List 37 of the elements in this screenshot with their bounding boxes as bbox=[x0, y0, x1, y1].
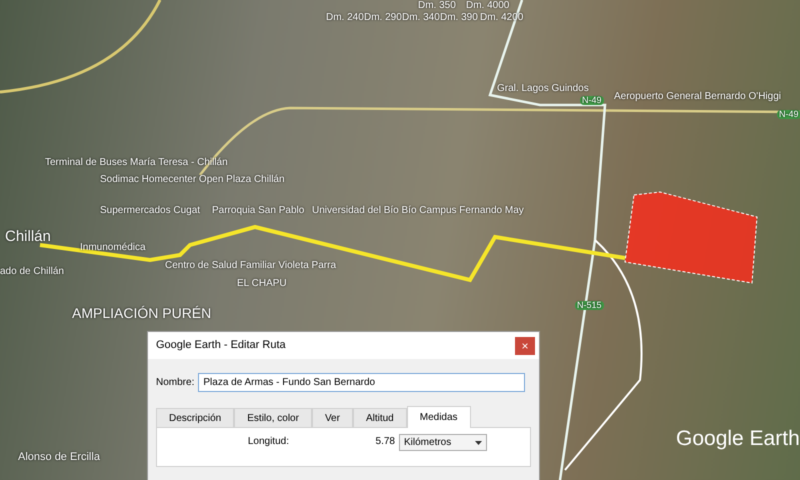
district-label: AMPLIACIÓN PURÉN bbox=[72, 306, 212, 320]
caret-icon bbox=[475, 440, 482, 444]
place-label: EL CHAPU bbox=[237, 279, 287, 289]
tab[interactable]: Estilo, color bbox=[234, 408, 312, 427]
close-button[interactable]: × bbox=[515, 336, 535, 354]
road-shield: N-515 bbox=[575, 301, 604, 310]
distance-label: Dm. 4000 bbox=[466, 1, 510, 11]
place-label: Aeropuerto General Bernardo O'Higgi bbox=[614, 92, 782, 102]
distance-label: Dm. 290 bbox=[364, 13, 402, 23]
distance-label: Dm. 340 bbox=[402, 13, 440, 23]
place-label: Sodimac Homecenter Open Plaza Chillán bbox=[100, 175, 285, 185]
window-title: Google Earth - Editar Ruta bbox=[156, 338, 286, 354]
field-label: Longitud: bbox=[246, 435, 289, 449]
place-label: Universidad del Bío Bío Campus Fernando May bbox=[312, 206, 524, 216]
distance-label: Dm. 240 bbox=[326, 13, 364, 23]
tab[interactable]: Medidas bbox=[406, 406, 471, 428]
place-label: ado de Chillán bbox=[0, 267, 64, 277]
satellite-map[interactable] bbox=[0, 0, 800, 480]
place-label: Inmunomédica bbox=[80, 243, 146, 253]
name-field[interactable]: Plaza de Armas - Fundo San Bernardo bbox=[198, 373, 526, 392]
city-label: Chillán bbox=[5, 229, 51, 244]
place-label: Gral. Lagos Guindos bbox=[497, 84, 589, 94]
length-value: 5.78 bbox=[374, 435, 395, 449]
place-label: Supermercados Cugat bbox=[100, 206, 200, 216]
road-shield: N-49 bbox=[777, 110, 800, 119]
distance-label: Dm. 350 bbox=[418, 1, 456, 11]
tab[interactable]: Ver bbox=[312, 408, 353, 427]
unit-dropdown[interactable]: Kilómetros bbox=[399, 434, 487, 451]
place-label: Parroquia San Pablo bbox=[212, 206, 304, 216]
place-label: Centro de Salud Familiar Violeta Parra bbox=[165, 261, 336, 271]
tab[interactable]: Altitud bbox=[352, 408, 407, 427]
distance-label: Dm. 390 bbox=[440, 13, 478, 23]
field-label: Nombre: bbox=[156, 376, 194, 390]
logo-text: Google Earth bbox=[676, 426, 800, 452]
street-label: Alonso de Ercilla bbox=[18, 452, 100, 463]
road-shield: N-49 bbox=[580, 96, 604, 105]
tab[interactable]: Descripción bbox=[156, 408, 234, 427]
